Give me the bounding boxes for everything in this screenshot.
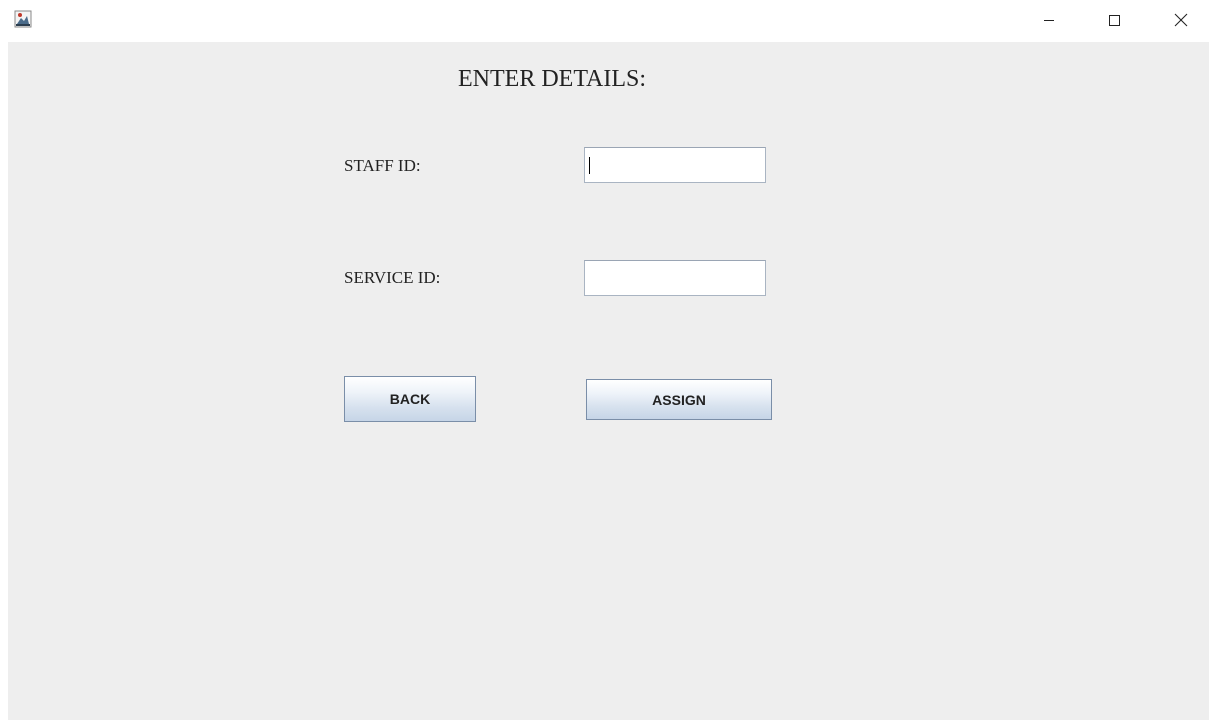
staff-id-field[interactable] <box>584 147 766 183</box>
minimize-button[interactable] <box>1026 0 1072 40</box>
maximize-button[interactable] <box>1091 0 1137 40</box>
text-cursor <box>589 157 590 174</box>
service-id-label: SERVICE ID: <box>344 268 441 287</box>
back-button-label: BACK <box>389 391 431 407</box>
java-app-icon <box>14 10 32 28</box>
back-button[interactable]: BACK <box>344 376 476 422</box>
minimize-icon <box>1043 14 1055 26</box>
staff-id-label: STAFF ID: <box>344 156 421 175</box>
app-window: ENTER DETAILS: STAFF ID: SERVICE ID: BAC… <box>0 0 1209 720</box>
page-title: ENTER DETAILS: <box>458 66 647 92</box>
assign-button-label: ASSIGN <box>652 391 706 408</box>
service-id-field[interactable] <box>584 260 766 296</box>
maximize-icon <box>1108 14 1120 26</box>
close-button[interactable] <box>1158 0 1204 40</box>
close-icon <box>1174 13 1188 27</box>
title-bar[interactable] <box>0 0 1209 42</box>
form-panel: ENTER DETAILS: STAFF ID: SERVICE ID: BAC… <box>8 42 1209 720</box>
assign-button[interactable]: ASSIGN <box>586 379 772 420</box>
